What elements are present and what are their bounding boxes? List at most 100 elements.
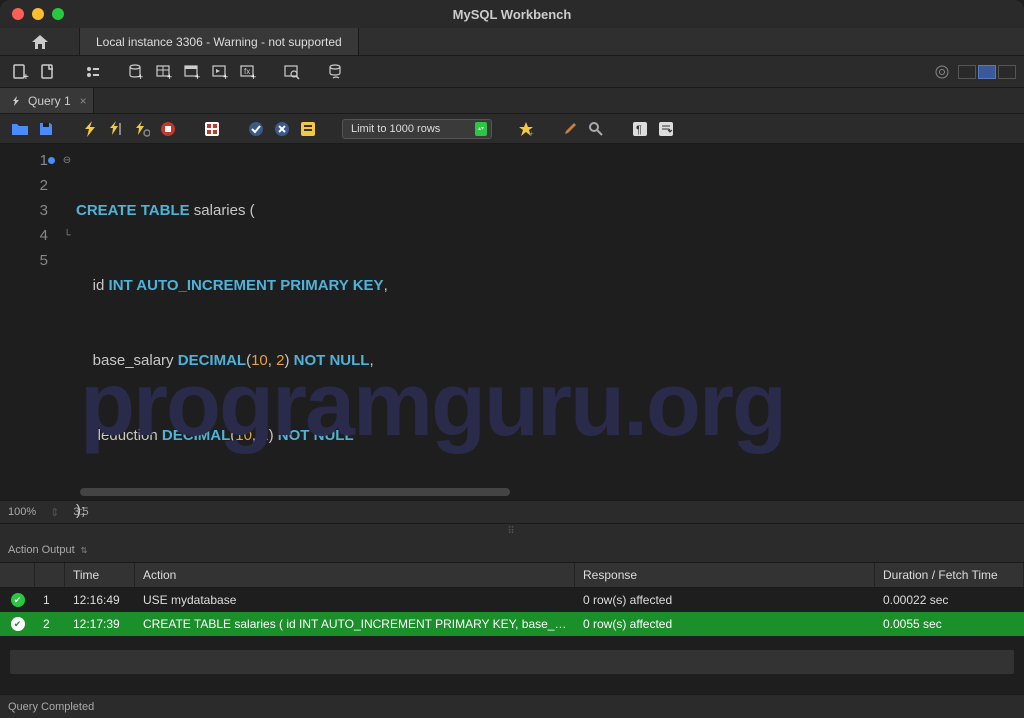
connection-tabbar: Local instance 3306 - Warning - not supp… xyxy=(0,28,1024,56)
layout-toggles xyxy=(958,65,1016,79)
execute-current-button[interactable] xyxy=(106,119,126,139)
search-table-icon xyxy=(283,63,301,81)
svg-text:+: + xyxy=(138,72,143,81)
file-open-icon xyxy=(39,63,57,81)
wrap-icon xyxy=(658,121,674,137)
autocommit-icon xyxy=(204,121,220,137)
procedure-plus-icon: + xyxy=(211,63,229,81)
create-procedure-button[interactable]: + xyxy=(208,60,232,84)
create-function-button[interactable]: fx+ xyxy=(236,60,260,84)
blank-row xyxy=(10,650,1014,674)
main-toolbar: + + + + + fx+ xyxy=(0,56,1024,88)
home-tab[interactable] xyxy=(0,28,80,55)
bottom-status-bar: Query Completed xyxy=(0,694,1024,718)
success-icon: ✔ xyxy=(11,617,25,631)
wrap-button[interactable] xyxy=(656,119,676,139)
query-tab[interactable]: Query 1 × xyxy=(0,88,94,113)
close-window-button[interactable] xyxy=(12,8,24,20)
lightning-execute-icon xyxy=(83,121,97,137)
new-sql-tab-button[interactable]: + xyxy=(8,60,32,84)
paragraph-icon: ¶ xyxy=(632,121,648,137)
view-plus-icon: + xyxy=(183,63,201,81)
reconnect-button[interactable] xyxy=(324,60,348,84)
svg-text:+: + xyxy=(223,72,228,81)
search-button[interactable] xyxy=(280,60,304,84)
open-sql-file-button[interactable] xyxy=(36,60,60,84)
svg-text:+: + xyxy=(529,129,534,137)
find-button[interactable] xyxy=(586,119,606,139)
brush-button[interactable] xyxy=(560,119,580,139)
rollback-icon xyxy=(274,121,290,137)
svg-text:¶: ¶ xyxy=(636,124,642,136)
create-table-button[interactable]: + xyxy=(152,60,176,84)
maximize-window-button[interactable] xyxy=(52,8,64,20)
star-icon: + xyxy=(518,121,534,137)
rollback-button[interactable] xyxy=(272,119,292,139)
connection-tab[interactable]: Local instance 3306 - Warning - not supp… xyxy=(80,28,359,55)
toggle-sidebar-button[interactable] xyxy=(958,65,976,79)
limit-rows-label: Limit to 1000 rows xyxy=(351,123,440,135)
fold-toggle[interactable]: ⊖ xyxy=(58,148,76,173)
inspector-button[interactable] xyxy=(80,60,104,84)
lightning-cursor-icon xyxy=(108,121,124,137)
svg-text:+: + xyxy=(167,72,172,81)
toggle-autocommit-button[interactable] xyxy=(202,119,222,139)
sql-editor[interactable]: 1 2 3 4 5 ⊖ └ CREATE TABLE salaries ( id… xyxy=(0,144,1024,500)
stop-icon xyxy=(160,121,176,137)
toggle-limit-button[interactable] xyxy=(298,119,318,139)
fold-column: ⊖ └ xyxy=(58,144,76,500)
gear-icon xyxy=(933,63,951,81)
row-time: 12:17:39 xyxy=(65,617,135,631)
row-duration: 0.0055 sec xyxy=(875,617,1024,631)
minimize-window-button[interactable] xyxy=(32,8,44,20)
limit-rows-select[interactable]: Limit to 1000 rows ▴▾ xyxy=(342,119,492,139)
success-icon: ✔ xyxy=(11,593,25,607)
toggle-invisible-button[interactable]: ¶ xyxy=(630,119,650,139)
create-view-button[interactable]: + xyxy=(180,60,204,84)
svg-text:+: + xyxy=(251,72,256,81)
explain-button[interactable] xyxy=(132,119,152,139)
line-number: 4 xyxy=(0,223,48,248)
save-file-button[interactable] xyxy=(36,119,56,139)
row-time: 12:16:49 xyxy=(65,593,135,607)
line-number: 5 xyxy=(0,248,48,273)
breakpoint-dot[interactable] xyxy=(48,157,55,164)
beautify-button[interactable]: + xyxy=(516,119,536,139)
connection-tab-label: Local instance 3306 - Warning - not supp… xyxy=(96,35,342,49)
table-row[interactable]: ✔212:17:39CREATE TABLE salaries ( id INT… xyxy=(0,612,1024,636)
table-plus-icon: + xyxy=(155,63,173,81)
row-action: CREATE TABLE salaries ( id INT AUTO_INCR… xyxy=(135,617,575,631)
commit-button[interactable] xyxy=(246,119,266,139)
brush-icon xyxy=(562,121,578,137)
folder-icon xyxy=(11,122,29,136)
traffic-lights xyxy=(12,8,64,20)
toggle-secondary-button[interactable] xyxy=(998,65,1016,79)
horizontal-scrollbar[interactable] xyxy=(80,488,510,496)
close-tab-button[interactable]: × xyxy=(80,94,87,108)
output-type-label: Action Output xyxy=(8,544,75,556)
table-row[interactable]: ✔112:16:49USE mydatabase0 row(s) affecte… xyxy=(0,588,1024,612)
zoom-level[interactable]: 100% xyxy=(8,506,36,518)
lightning-explain-icon xyxy=(134,121,150,137)
row-action: USE mydatabase xyxy=(135,593,575,607)
db-reconnect-icon xyxy=(327,63,345,81)
open-file-button[interactable] xyxy=(10,119,30,139)
window-title: MySQL Workbench xyxy=(453,7,572,22)
titlebar: MySQL Workbench xyxy=(0,0,1024,28)
stop-button[interactable] xyxy=(158,119,178,139)
query-tabbar: Query 1 × xyxy=(0,88,1024,114)
svg-text:+: + xyxy=(23,72,29,81)
line-number: 2 xyxy=(0,173,48,198)
inspector-icon xyxy=(83,63,101,81)
settings-button[interactable] xyxy=(930,60,954,84)
row-index: 1 xyxy=(35,593,65,607)
output-rows: ✔112:16:49USE mydatabase0 row(s) affecte… xyxy=(0,588,1024,636)
toggle-output-button[interactable] xyxy=(978,65,996,79)
code-area[interactable]: CREATE TABLE salaries ( id INT AUTO_INCR… xyxy=(76,144,1024,500)
fold-end: └ xyxy=(58,223,76,248)
file-plus-icon: + xyxy=(11,63,29,81)
line-gutter: 1 2 3 4 5 xyxy=(0,144,58,500)
create-schema-button[interactable]: + xyxy=(124,60,148,84)
query-toolbar: Limit to 1000 rows ▴▾ + ¶ xyxy=(0,114,1024,144)
execute-button[interactable] xyxy=(80,119,100,139)
